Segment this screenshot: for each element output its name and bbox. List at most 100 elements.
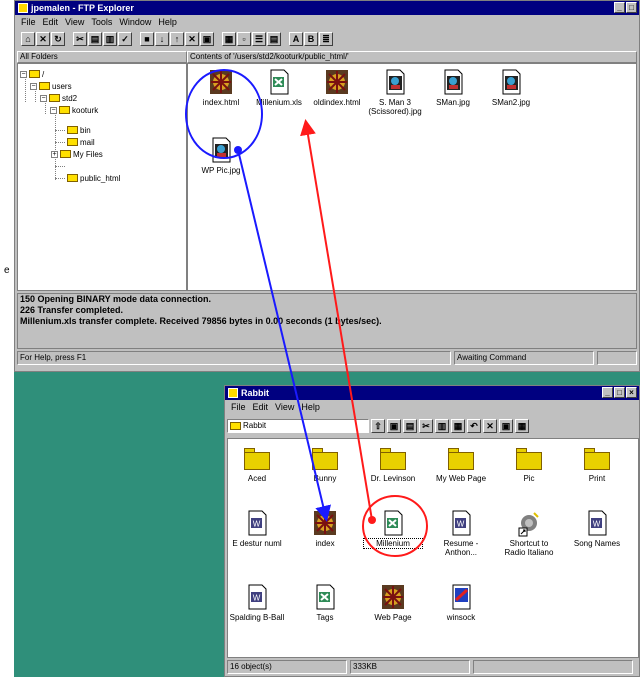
- status-extra: [473, 660, 633, 674]
- expander[interactable]: −: [20, 70, 27, 78]
- item-dr-levinson[interactable]: Dr. Levinson: [364, 445, 422, 483]
- explorer-titlebar[interactable]: Rabbit _ □ ×: [225, 386, 639, 400]
- queue-icon[interactable]: ≣: [319, 32, 333, 46]
- open-icon[interactable]: ▣: [200, 32, 214, 46]
- item-winsock[interactable]: winsock: [432, 583, 490, 622]
- file-sman2-jpg[interactable]: SMan2.jpg: [482, 68, 540, 107]
- word-doc-icon: W: [244, 509, 270, 537]
- address-dropdown[interactable]: Rabbit: [227, 419, 369, 433]
- web-page-icon: [380, 583, 406, 611]
- copy-icon[interactable]: ▥: [435, 419, 449, 433]
- explorer-menubar: File Edit View Help: [225, 400, 639, 414]
- tree-item-label: My Files: [73, 149, 103, 159]
- tree-item-mail[interactable]: mail: [67, 136, 95, 148]
- item-tags[interactable]: Tags: [296, 583, 354, 622]
- expander[interactable]: +: [51, 150, 58, 158]
- menu-view[interactable]: View: [275, 400, 294, 414]
- svg-text:W: W: [253, 594, 261, 603]
- binary-mode-icon[interactable]: B: [304, 32, 318, 46]
- delete-icon[interactable]: ✕: [483, 419, 497, 433]
- file-sman3-jpg[interactable]: S. Man 3 (Scissored).jpg: [366, 68, 424, 116]
- menu-view[interactable]: View: [65, 15, 84, 29]
- image-file-icon: [498, 68, 524, 96]
- expander[interactable]: −: [30, 82, 37, 90]
- tree-item-bin[interactable]: bin: [67, 124, 91, 136]
- folder-icon: [228, 388, 238, 398]
- menu-window[interactable]: Window: [119, 15, 151, 29]
- small-icons-icon[interactable]: ▫: [237, 32, 251, 46]
- upload-icon[interactable]: ↑: [170, 32, 184, 46]
- map-drive-icon[interactable]: ▣: [387, 419, 401, 433]
- details-view-icon[interactable]: ▤: [267, 32, 281, 46]
- text-mode-icon[interactable]: A: [289, 32, 303, 46]
- cut-icon[interactable]: ✂: [419, 419, 433, 433]
- all-folders-header: All Folders: [17, 51, 187, 63]
- maximize-button[interactable]: □: [614, 387, 625, 398]
- contents-header: Contents of '/users/std2/kooturk/public_…: [187, 51, 637, 63]
- web-page-icon: [312, 509, 338, 537]
- item-millenium[interactable]: Millenium: [363, 509, 423, 549]
- undo-icon[interactable]: ↶: [467, 419, 481, 433]
- item-label: Tags: [316, 613, 334, 622]
- item-print[interactable]: Print: [568, 445, 626, 483]
- disconnect-icon[interactable]: ✕: [36, 32, 50, 46]
- log-line: 226 Transfer completed.: [20, 305, 124, 315]
- menu-help[interactable]: Help: [301, 400, 320, 414]
- close-button[interactable]: ×: [626, 387, 637, 398]
- folder-icon: [67, 126, 78, 134]
- properties-icon[interactable]: ▣: [499, 419, 513, 433]
- file-index-html[interactable]: index.html: [192, 68, 250, 107]
- tree-item-std2[interactable]: − std2: [40, 92, 77, 104]
- file-oldindex-html[interactable]: oldindex.html: [308, 68, 366, 107]
- menu-edit[interactable]: Edit: [43, 15, 59, 29]
- item-shortcut-radio-italiano[interactable]: Shortcut to Radio Italiano: [500, 509, 558, 557]
- item-e-destur-numl[interactable]: W E destur numl: [228, 509, 286, 548]
- disconnect-drive-icon[interactable]: ▤: [403, 419, 417, 433]
- menu-file[interactable]: File: [21, 15, 36, 29]
- menu-help[interactable]: Help: [158, 15, 177, 29]
- tree-item-kooturk[interactable]: − kooturk: [50, 104, 98, 116]
- file-millenium-xls[interactable]: Millenium.xls: [250, 68, 308, 107]
- item-bunny[interactable]: Bunny: [296, 445, 354, 483]
- connect-icon[interactable]: ⌂: [21, 32, 35, 46]
- tree-item-public-html[interactable]: public_html: [67, 172, 120, 184]
- up-folder-icon[interactable]: ⇧: [371, 419, 385, 433]
- item-spalding-b-ball[interactable]: W Spalding B-Ball: [228, 583, 286, 622]
- tree-item-my-files[interactable]: + My Files: [51, 148, 103, 160]
- expander[interactable]: −: [40, 94, 47, 102]
- ftp-statusbar: For Help, press F1 Awaiting Command: [17, 351, 637, 365]
- delete-icon[interactable]: ✕: [185, 32, 199, 46]
- paste-icon[interactable]: ▦: [451, 419, 465, 433]
- save-icon[interactable]: ■: [140, 32, 154, 46]
- item-web-page[interactable]: Web Page: [364, 583, 422, 622]
- item-resume[interactable]: W Resume - Anthon...: [432, 509, 490, 557]
- refresh-icon[interactable]: ↻: [51, 32, 65, 46]
- file-sman-jpg[interactable]: SMan.jpg: [424, 68, 482, 107]
- paste-icon[interactable]: ▥: [103, 32, 117, 46]
- ftp-titlebar[interactable]: jpemalen - FTP Explorer _ □: [15, 1, 639, 15]
- menu-tools[interactable]: Tools: [91, 15, 112, 29]
- tree-item-users[interactable]: − users: [30, 80, 72, 92]
- expander[interactable]: −: [50, 106, 57, 114]
- menu-file[interactable]: File: [231, 400, 246, 414]
- download-icon[interactable]: ↓: [155, 32, 169, 46]
- item-song-names[interactable]: W Song Names: [568, 509, 626, 548]
- minimize-button[interactable]: _: [602, 387, 613, 398]
- cut-icon[interactable]: ✂: [73, 32, 87, 46]
- item-aced[interactable]: Aced: [228, 445, 286, 483]
- svg-text:W: W: [457, 520, 465, 529]
- item-index[interactable]: index: [296, 509, 354, 548]
- properties-icon[interactable]: ✓: [118, 32, 132, 46]
- item-my-web-page[interactable]: My Web Page: [432, 445, 490, 483]
- item-label: Dr. Levinson: [370, 474, 416, 483]
- list-view-icon[interactable]: ☰: [252, 32, 266, 46]
- file-wp-pic-jpg[interactable]: WP Pic.jpg: [192, 136, 250, 175]
- large-icons-icon[interactable]: ▦: [515, 419, 529, 433]
- maximize-button[interactable]: □: [626, 2, 637, 13]
- large-icons-icon[interactable]: ▦: [222, 32, 236, 46]
- tree-item-root[interactable]: − /: [20, 68, 44, 80]
- copy-icon[interactable]: ▤: [88, 32, 102, 46]
- minimize-button[interactable]: _: [614, 2, 625, 13]
- menu-edit[interactable]: Edit: [253, 400, 269, 414]
- item-pic[interactable]: Pic: [500, 445, 558, 483]
